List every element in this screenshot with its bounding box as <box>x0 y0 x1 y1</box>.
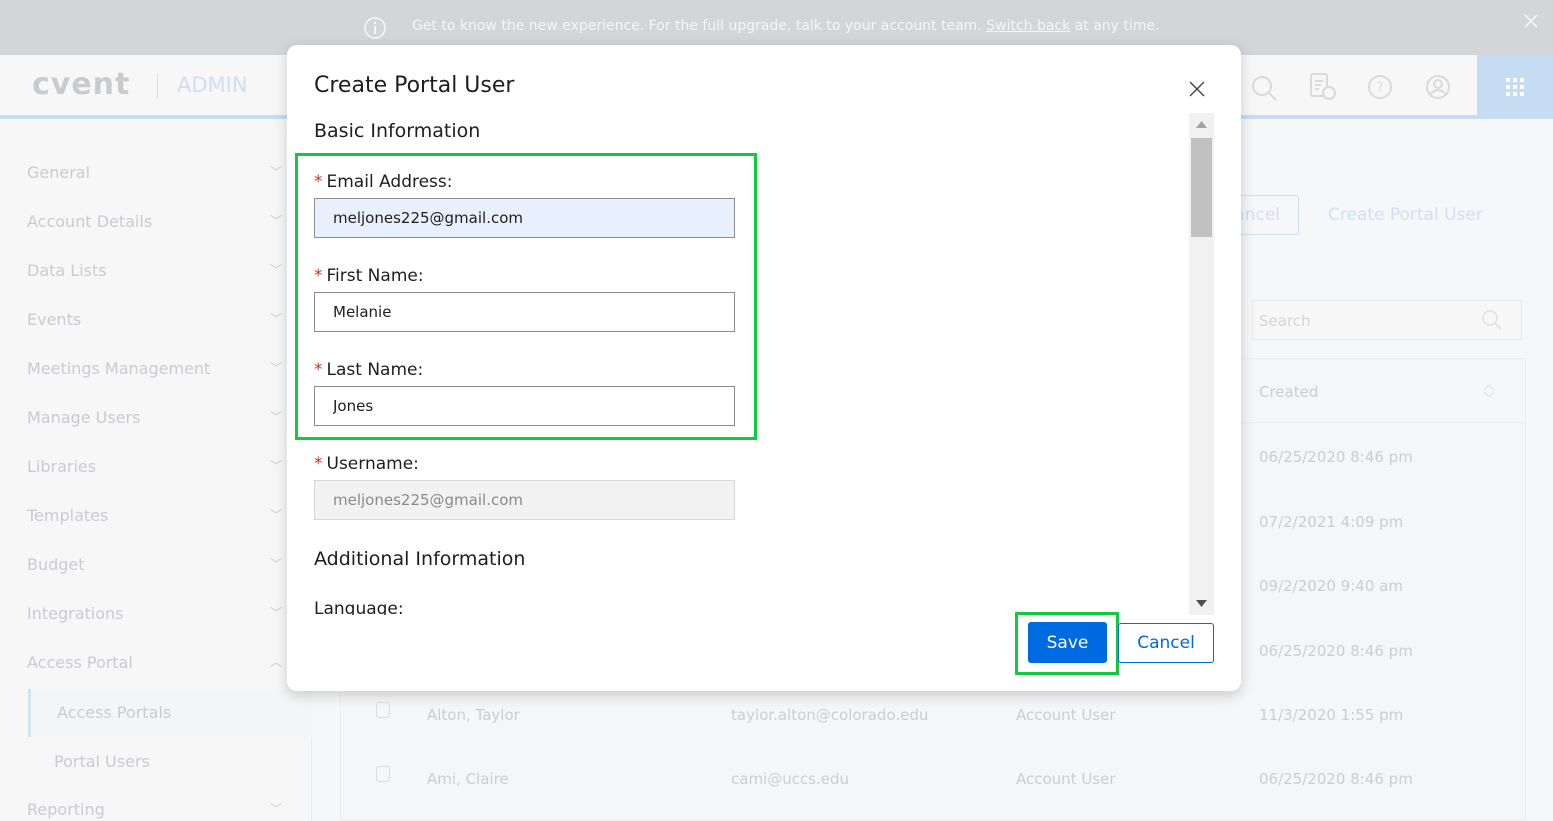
sidebar-sub-item[interactable]: Access Portals <box>28 689 312 737</box>
close-icon[interactable] <box>1189 81 1205 97</box>
sidebar-item[interactable]: Meetings Management ﹀ <box>27 359 282 378</box>
divider <box>157 73 158 99</box>
created-cell: 06/25/2020 8:46 pm <box>1259 448 1413 466</box>
section-basic-information: Basic Information <box>314 120 481 142</box>
language-label: Language: <box>314 599 404 615</box>
create-portal-user-modal: Create Portal User Basic Information * Em… <box>287 45 1241 691</box>
cancel-button[interactable]: Cancel <box>1118 623 1214 663</box>
report-clock-icon[interactable] <box>1309 72 1337 102</box>
search-input[interactable]: Search <box>1252 300 1522 340</box>
created-cell: 06/25/2020 8:46 pm <box>1259 641 1413 660</box>
sort-icon[interactable] <box>1483 383 1495 399</box>
close-icon[interactable] <box>1523 13 1539 29</box>
sidebar-item[interactable]: Access Portal ︿ <box>27 653 282 672</box>
user-icon[interactable] <box>1425 74 1451 100</box>
chevron-down-icon: ﹀ <box>269 263 282 277</box>
svg-text:?: ? <box>1376 80 1383 96</box>
sidebar-item[interactable]: Manage Users ﹀ <box>27 408 282 427</box>
username-label: * Username: <box>314 454 419 474</box>
highlight-box-save <box>1015 612 1119 675</box>
highlight-box-basic-fields <box>295 153 757 440</box>
chevron-down-icon: ﹀ <box>269 802 282 816</box>
switch-back-link[interactable]: Switch back <box>986 18 1070 34</box>
sidebar-item[interactable]: Libraries ﹀ <box>27 457 282 476</box>
chevron-down-icon: ﹀ <box>269 165 282 179</box>
username-field <box>314 480 735 520</box>
cvent-logo: cvent <box>32 67 131 102</box>
sidebar-item[interactable]: Budget ﹀ <box>27 555 282 574</box>
row-checkbox[interactable] <box>376 702 390 718</box>
chevron-down-icon: ﹀ <box>269 557 282 571</box>
chevron-down-icon: ﹀ <box>269 410 282 424</box>
row-checkbox[interactable] <box>376 766 390 782</box>
search-icon[interactable] <box>1250 74 1278 102</box>
sidebar-item[interactable]: Reporting ﹀ <box>27 800 282 819</box>
chevron-down-icon: ﹀ <box>269 312 282 326</box>
chevron-up-icon: ︿ <box>269 655 282 669</box>
created-cell: 09/2/2020 9:40 am <box>1259 577 1403 595</box>
sidebar-item[interactable]: Account Details ﹀ <box>27 212 282 231</box>
chevron-down-icon: ﹀ <box>269 459 282 473</box>
scroll-down-icon[interactable] <box>1196 600 1207 607</box>
created-cell: 07/2/2021 4:09 pm <box>1259 512 1404 531</box>
chevron-down-icon: ﹀ <box>269 508 282 522</box>
sidebar-item[interactable]: Templates ﹀ <box>27 506 282 525</box>
scroll-up-icon[interactable] <box>1196 121 1207 128</box>
sidebar-sub-item[interactable]: Portal Users <box>28 738 312 786</box>
scrollbar-thumb[interactable] <box>1191 138 1212 237</box>
sidebar-item[interactable]: Events ﹀ <box>27 310 282 329</box>
section-additional-information: Additional Information <box>314 548 526 570</box>
search-icon[interactable] <box>1481 309 1503 331</box>
sidebar-item[interactable]: General ﹀ <box>27 163 282 182</box>
modal-title: Create Portal User <box>314 73 515 98</box>
scrollbar[interactable] <box>1189 113 1214 615</box>
page-create-portal-user-button[interactable]: Create Portal User <box>1328 205 1483 225</box>
chevron-down-icon: ﹀ <box>269 361 282 375</box>
info-icon <box>364 17 386 39</box>
apps-button[interactable] <box>1477 55 1553 119</box>
section-label: ADMIN <box>177 73 248 97</box>
banner-text: Get to know the new experience. For the … <box>412 18 1160 34</box>
sidebar-item[interactable]: Data Lists ﹀ <box>27 261 282 280</box>
chevron-down-icon: ﹀ <box>269 606 282 620</box>
apps-grid-icon <box>1506 78 1524 96</box>
help-icon[interactable]: ? <box>1367 74 1393 100</box>
sidebar-item[interactable]: Integrations ﹀ <box>27 604 282 623</box>
column-header-created[interactable]: Created <box>1259 383 1318 401</box>
chevron-down-icon: ﹀ <box>269 214 282 228</box>
